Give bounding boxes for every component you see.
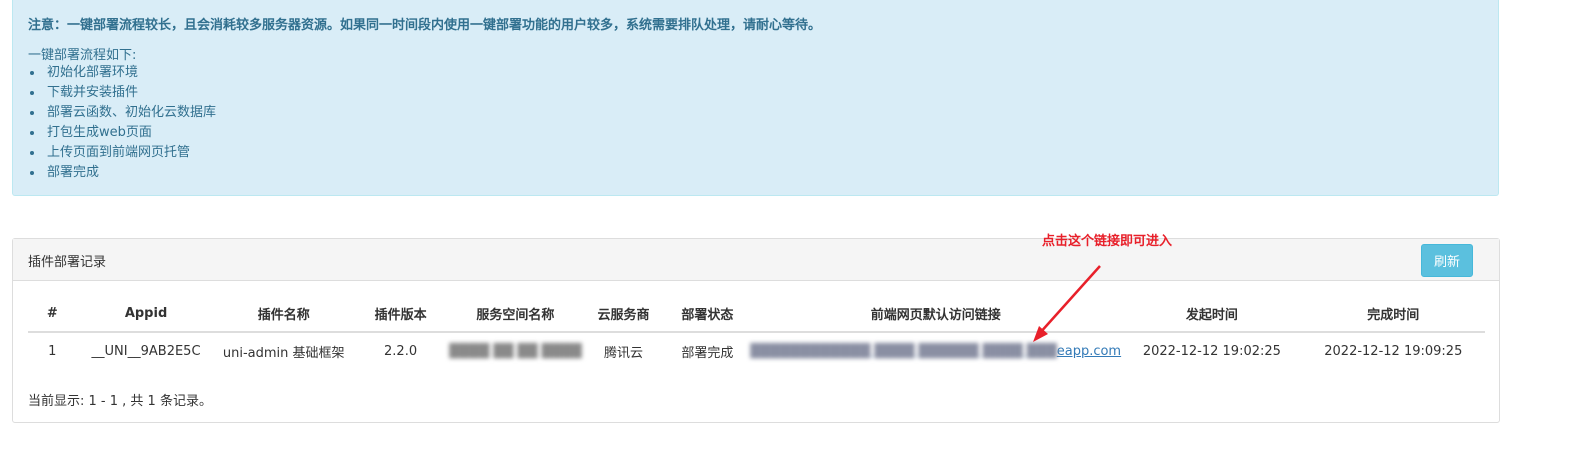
row-started-at: 2022-12-12 19:02:25 xyxy=(1142,344,1281,359)
deploy-step: 初始化部署环境 xyxy=(28,63,216,83)
annotation-arrow-icon xyxy=(1033,265,1101,342)
panel-title: 插件部署记录 xyxy=(28,255,107,270)
notice-intro: 一键部署流程如下: xyxy=(28,48,137,63)
deploy-steps-list: 初始化部署环境 下载并安装插件 部署云函数、初始化云数据库 打包生成web页面 … xyxy=(28,63,216,183)
deploy-records-table: # Appid 插件名称 插件版本 服务空间名称 云服务商 部署状态 前端网页默… xyxy=(28,295,1485,370)
column-header: 服务空间名称 xyxy=(449,295,582,333)
deploy-step: 部署云函数、初始化云数据库 xyxy=(28,103,216,123)
column-header: 发起时间 xyxy=(1122,295,1302,333)
table-row: 1 __UNI__9AB2E5C uni-admin 基础框架 2.2.0 ██… xyxy=(28,332,1485,370)
deploy-step: 打包生成web页面 xyxy=(28,123,216,143)
column-header: 插件版本 xyxy=(351,295,450,333)
table-header-row: # Appid 插件名称 插件版本 服务空间名称 云服务商 部署状态 前端网页默… xyxy=(28,295,1485,333)
link-redacted-part: ████████████ ████ ██████ ████ ███ xyxy=(750,344,1057,359)
column-header: # xyxy=(28,295,77,333)
row-status: 部署完成 xyxy=(681,346,734,361)
row-plugin-version: 2.2.0 xyxy=(384,344,418,359)
column-header: Appid xyxy=(76,295,216,333)
annotation-text: 点击这个链接即可进入 xyxy=(1042,234,1173,249)
row-plugin-name: uni-admin 基础框架 xyxy=(222,346,345,361)
row-provider: 腾讯云 xyxy=(604,346,644,361)
panel-header: 插件部署记录 刷新 xyxy=(13,239,1499,281)
refresh-button[interactable]: 刷新 xyxy=(1421,244,1473,277)
row-index: 1 xyxy=(48,344,57,359)
column-header: 部署状态 xyxy=(665,295,750,333)
column-header: 插件名称 xyxy=(215,295,352,333)
row-space-name: ████ ██ ██ ████ xyxy=(449,332,581,370)
deploy-step: 下载并安装插件 xyxy=(28,83,216,103)
column-header: 云服务商 xyxy=(581,295,666,333)
pagination-summary: 当前显示: 1 - 1 , 共 1 条记录。 xyxy=(28,394,212,409)
row-appid: __UNI__9AB2E5C xyxy=(91,344,201,359)
deploy-step: 上传页面到前端网页托管 xyxy=(28,143,216,163)
deploy-notice: 注意：一键部署流程较长，且会消耗较多服务器资源。如果同一时间段内使用一键部署功能… xyxy=(12,0,1499,196)
notice-title: 注意：一键部署流程较长，且会消耗较多服务器资源。如果同一时间段内使用一键部署功能… xyxy=(28,18,822,33)
column-header: 完成时间 xyxy=(1301,295,1485,333)
space-name-redacted: ████ ██ ██ ████ xyxy=(449,344,582,359)
row-finished-at: 2022-12-12 19:09:25 xyxy=(1324,344,1463,359)
deploy-step: 部署完成 xyxy=(28,163,216,183)
deploy-records-panel: 插件部署记录 刷新 # Appid 插件名称 插件版本 服务空间名称 云服务商 … xyxy=(12,238,1500,423)
